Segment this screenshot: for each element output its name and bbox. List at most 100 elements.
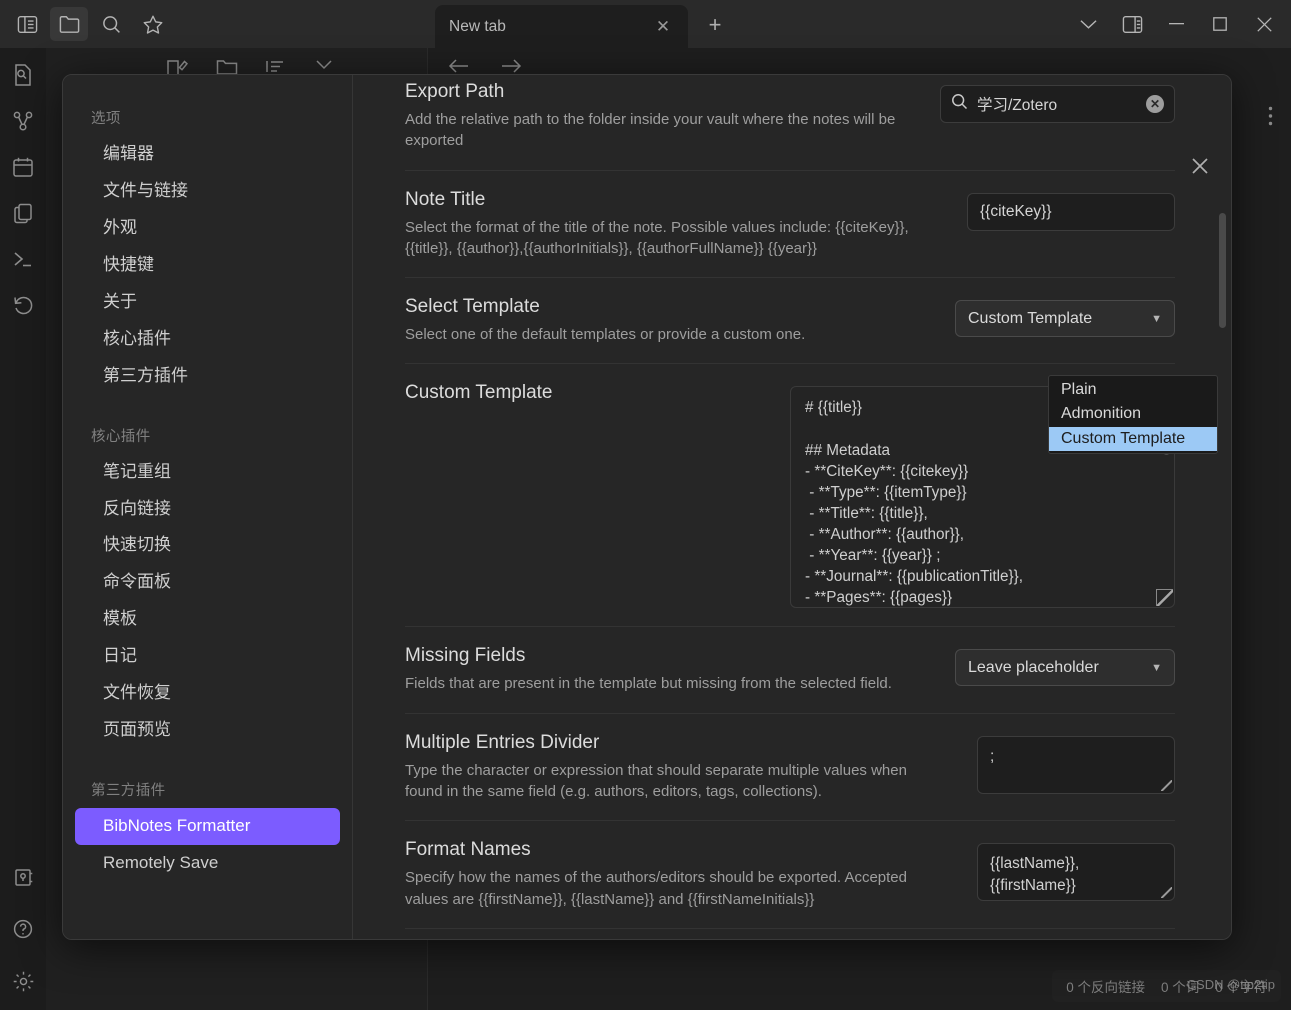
setting-name: Missing Fields	[405, 645, 526, 667]
dropdown-option[interactable]: Admonition	[1049, 402, 1217, 426]
calendar-icon[interactable]	[8, 152, 38, 182]
tab-strip: New tab ✕ +	[420, 0, 1067, 48]
sidebar-item-file-recovery[interactable]: 文件恢复	[75, 675, 340, 712]
setting-info: Note Title Select the format of the title…	[405, 189, 935, 260]
sidebar-item-daily-notes[interactable]: 日记	[75, 638, 340, 675]
minimize-icon[interactable]	[1155, 4, 1197, 44]
dropdown-value: Custom Template	[968, 309, 1093, 327]
setting-info: Select Template Select one of the default…	[405, 296, 931, 345]
tab-new-tab[interactable]: New tab ✕	[435, 5, 688, 48]
ribbon-top-icons	[8, 48, 38, 320]
setting-control: 学习/Zotero ✕	[940, 81, 1175, 123]
setting-description: Type the character or expression that sh…	[405, 761, 907, 801]
resize-handle-icon[interactable]	[1156, 589, 1173, 607]
setting-info: Format Names Specify how the names of the…	[405, 839, 935, 910]
dropdown-option[interactable]: Custom Template	[1049, 426, 1217, 452]
sidebar-item-command-palette[interactable]: 命令面板	[75, 564, 340, 601]
sidebar-item-hotkeys[interactable]: 快捷键	[75, 247, 340, 284]
watermark: CSDN @tip2tip	[1186, 977, 1275, 992]
setting-row: Format Names Specify how the names of the…	[405, 821, 1175, 929]
graph-view-icon[interactable]	[8, 106, 38, 136]
setting-info: Missing Fields Fields that are present in…	[405, 645, 931, 694]
settings-content: Export Path Add the relative path to the …	[353, 75, 1231, 939]
settings-list: Export Path Add the relative path to the …	[353, 75, 1217, 939]
setting-row: Select Template Select one of the default…	[405, 278, 1175, 365]
textarea-format-names[interactable]: {{lastName}}, {{firstName}}	[977, 843, 1175, 902]
chevron-down-icon: ▼	[1151, 312, 1162, 325]
sidebar-item-quick-switcher[interactable]: 快速切换	[75, 527, 340, 564]
setting-info: Custom Template	[405, 382, 766, 410]
sidebar-item-appearance[interactable]: 外观	[75, 210, 340, 247]
setting-description: Fields that are present in the template …	[405, 675, 892, 693]
setting-description: Select the format of the title of the no…	[405, 218, 909, 257]
resize-handle-icon[interactable]	[1161, 779, 1172, 791]
setting-row: Missing Fields Fields that are present in…	[405, 627, 1175, 714]
star-icon[interactable]	[134, 7, 172, 41]
setting-control: ;	[977, 732, 1175, 794]
settings-nav-header: 第三方插件	[91, 783, 166, 800]
setting-name: Multiple Entries Divider	[405, 731, 600, 753]
export-path-input[interactable]: 学习/Zotero ✕	[940, 85, 1175, 123]
clear-icon[interactable]: ✕	[1146, 95, 1164, 113]
left-ribbon	[0, 48, 46, 1010]
sidebar-item-files-links[interactable]: 文件与链接	[75, 173, 340, 210]
dropdown-option[interactable]: Plain	[1049, 378, 1217, 402]
setting-name: Export Path	[405, 81, 505, 102]
more-options-icon[interactable]	[1268, 106, 1273, 126]
resize-handle-icon[interactable]	[1161, 887, 1172, 899]
sidebar-item-about[interactable]: 关于	[75, 284, 340, 321]
file-search-icon[interactable]	[8, 60, 38, 90]
folder-icon[interactable]	[50, 7, 88, 41]
sidebar-item-remotely-save[interactable]: Remotely Save	[75, 845, 340, 882]
note-title-input[interactable]: {{citeKey}}	[967, 192, 1175, 231]
scrollbar-thumb[interactable]	[1219, 213, 1226, 328]
toggle-left-sidebar-icon[interactable]	[8, 7, 46, 41]
settings-scrollbar[interactable]	[1219, 133, 1226, 923]
setting-control: {{citeKey}}	[967, 189, 1175, 231]
dropdown-value: Leave placeholder	[968, 658, 1099, 676]
setting-row: Multiple Entries Divider Type the charact…	[405, 714, 1175, 822]
sidebar-item-core-plugins[interactable]: 核心插件	[75, 321, 340, 358]
setting-description: Specify how the names of the authors/edi…	[405, 869, 907, 908]
template-text: # {{title}} ## Metadata - **CiteKey**: {…	[805, 399, 1023, 607]
help-icon[interactable]	[8, 914, 38, 944]
tab-title: New tab	[449, 17, 506, 35]
sidebar-item-note-composer[interactable]: 笔记重组	[75, 454, 340, 491]
setting-info: Multiple Entries Divider Type the charact…	[405, 732, 935, 803]
new-tab-button[interactable]: +	[702, 12, 728, 38]
backlinks-count: 0 个反向链接	[1066, 980, 1145, 995]
dropdown-missing-fields[interactable]: Leave placeholder ▼	[955, 649, 1175, 687]
sidebar-item-editor[interactable]: 编辑器	[75, 136, 340, 173]
sidebar-item-bibnotes-formatter[interactable]: BibNotes Formatter	[75, 808, 340, 845]
setting-name: Note Title	[405, 188, 486, 210]
textarea-multiple-entries-divider[interactable]: ;	[977, 735, 1175, 794]
setting-description: Select one of the default templates or p…	[405, 326, 806, 344]
textarea-value: ;	[990, 747, 995, 765]
settings-gear-icon[interactable]	[8, 966, 38, 996]
search-icon[interactable]	[92, 7, 130, 41]
maximize-icon[interactable]	[1199, 4, 1241, 44]
setting-name: Custom Template	[405, 382, 553, 404]
toggle-right-sidebar-icon[interactable]	[1111, 4, 1153, 44]
history-undo-icon[interactable]	[8, 290, 38, 320]
sidebar-item-templates[interactable]: 模板	[75, 601, 340, 638]
vault-icon[interactable]	[8, 862, 38, 892]
setting-control: {{lastName}}, {{firstName}}	[977, 839, 1175, 902]
terminal-icon[interactable]	[8, 244, 38, 274]
close-settings-icon[interactable]	[1185, 151, 1215, 181]
setting-description: Add the relative path to the folder insi…	[405, 111, 896, 150]
sidebar-item-community-plugins[interactable]: 第三方插件	[75, 358, 340, 395]
copy-file-icon[interactable]	[8, 198, 38, 228]
settings-nav-header: 核心插件	[91, 428, 151, 445]
template-dropdown-options[interactable]: Plain Admonition Custom Template	[1048, 375, 1218, 455]
close-window-icon[interactable]	[1243, 4, 1285, 44]
sidebar-item-page-preview[interactable]: 页面预览	[75, 712, 340, 749]
dropdown-select-template[interactable]: Custom Template ▼	[955, 300, 1175, 338]
titlebar-left-icons	[0, 7, 420, 41]
settings-nav: 选项 编辑器 文件与链接 外观 快捷键 关于 核心插件 第三方插件 核心插件 笔记重组 反向链接 快速…	[63, 75, 353, 939]
chevron-down-icon[interactable]	[1067, 4, 1109, 44]
close-icon[interactable]: ✕	[652, 16, 674, 38]
sidebar-item-backlinks[interactable]: 反向链接	[75, 491, 340, 528]
